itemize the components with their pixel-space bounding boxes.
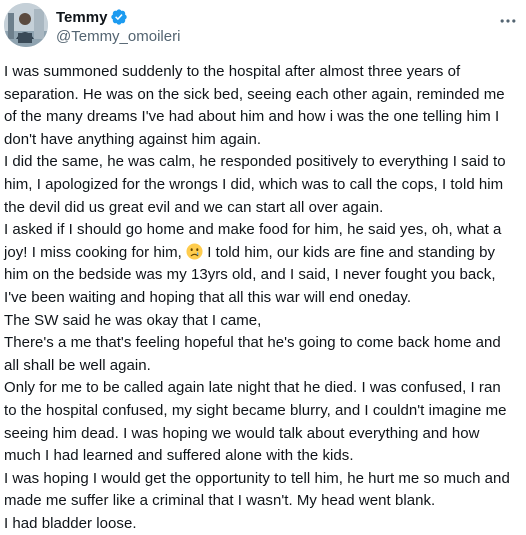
author-handle[interactable]: @Temmy_omoileri (56, 27, 180, 47)
tweet-paragraph: I had bladder loose. (4, 514, 137, 532)
tweet-paragraph: I did the same, he was calm, he responde… (4, 153, 506, 216)
tweet-paragraph: There's a me that's feeling hopeful that… (4, 334, 501, 374)
tweet-paragraph: Only for me to be called again late nigh… (4, 379, 507, 465)
tweet-paragraph: I asked if I should go home and make foo… (4, 219, 516, 309)
tweet-paragraph: I was summoned suddenly to the hospital … (4, 63, 505, 148)
verified-badge-icon (110, 8, 128, 26)
tweet-paragraph: I was hoping I would get the opportunity… (4, 469, 510, 510)
more-horizontal-icon[interactable] (498, 11, 518, 31)
author-info: Temmy @Temmy_omoileri (56, 7, 180, 47)
tweet-header: Temmy @Temmy_omoileri (4, 3, 522, 53)
display-name[interactable]: Temmy (56, 9, 107, 26)
avatar[interactable] (4, 3, 48, 47)
tweet-paragraph: The SW said he was okay that I came, (4, 311, 262, 329)
crying-face-emoji-icon (186, 243, 203, 260)
tweet-text: I was summoned suddenly to the hospital … (4, 61, 516, 535)
author-name-row: Temmy (56, 7, 180, 27)
user-avatar-photo-icon (4, 3, 48, 47)
